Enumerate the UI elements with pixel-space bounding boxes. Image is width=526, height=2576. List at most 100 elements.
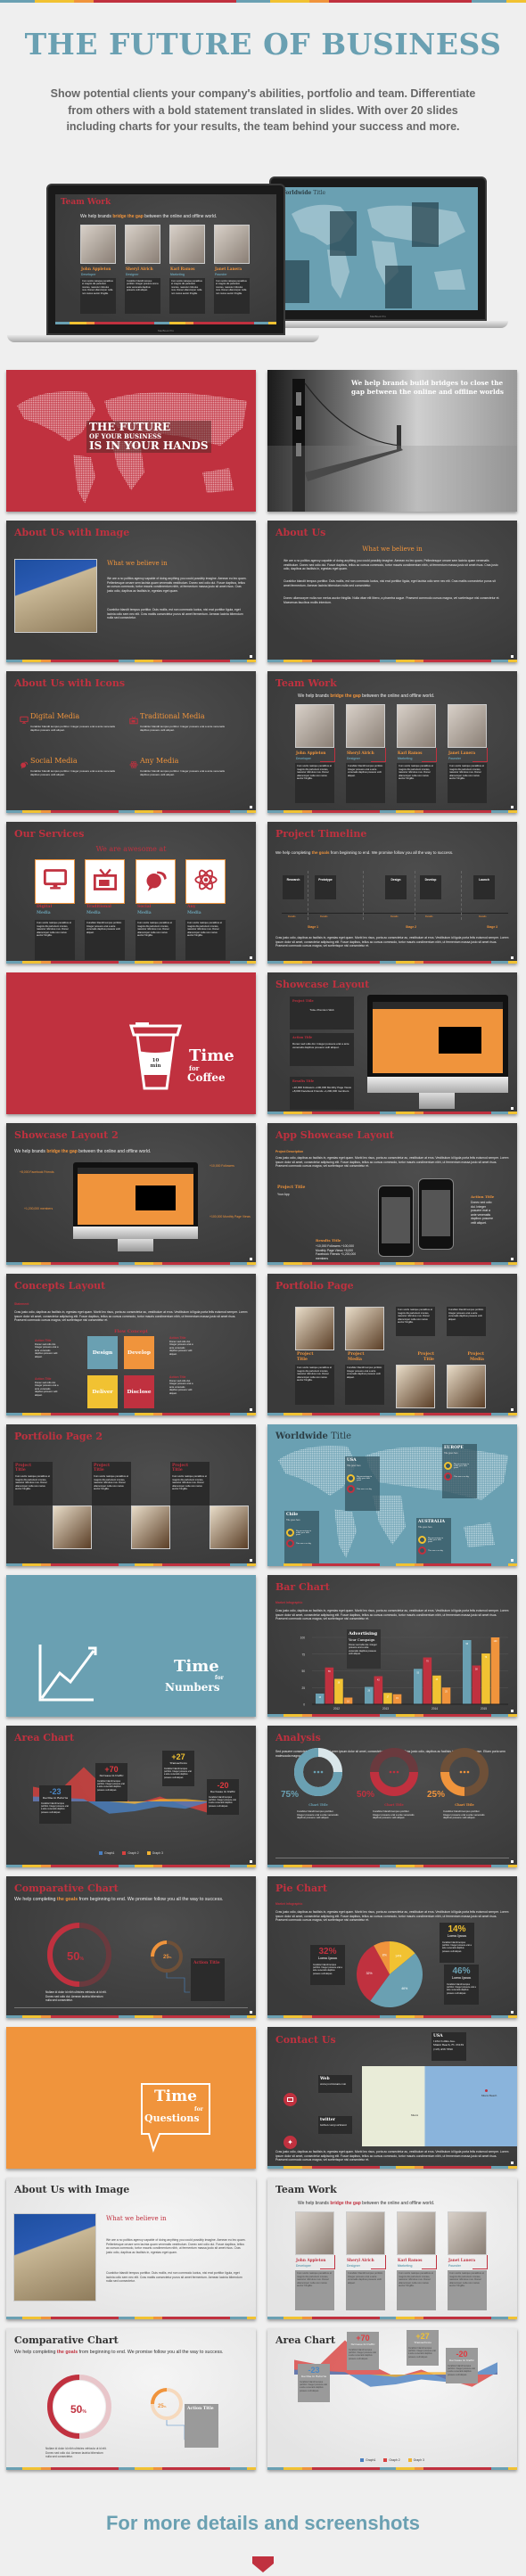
callout-label: Increase in traffic [99, 1774, 124, 1777]
bar [383, 1693, 392, 1704]
slide-bar-chart[interactable]: Bar Chart Market Infographic Cras justo … [267, 1575, 517, 1717]
service-card[interactable] [85, 859, 125, 904]
slide-about-image-light[interactable]: About Us with Image What we believe in W… [6, 2178, 256, 2319]
portfolio-text: Cum sociis natoque penatibus et magnis d… [396, 1307, 435, 1336]
area-legend: Graph1 Graph 2 Graph 3 [6, 1851, 256, 1855]
donut-percent: 75% [281, 1790, 300, 1800]
portfolio-image[interactable] [396, 1365, 435, 1408]
slide-services[interactable]: Our Services We are awesome at Digital Me… [6, 822, 256, 964]
slide-team[interactable]: Team Work We help brands bridge the gap … [267, 671, 517, 813]
slide-team-light[interactable]: Team Work We help brands bridge the gap … [267, 2178, 517, 2319]
slide-bridge[interactable]: We help brands build bridges to close th… [267, 370, 517, 512]
down-arrow-icon[interactable] [252, 2556, 274, 2564]
concept-tile[interactable]: Design [87, 1336, 118, 1369]
donut-dot [392, 1770, 396, 1774]
slide-coffee[interactable]: 10 min Time for Coffee [6, 972, 256, 1114]
app-project-text: Your App [277, 1193, 290, 1196]
slide-worldwide[interactable]: Worldwide Title USA Title goes here Big pe… [267, 1424, 517, 1566]
map: Miami Miami Beach [362, 2066, 517, 2146]
slide-cover[interactable]: THE FUTURE OF YOUR BUSINESS IS IN YOUR H… [6, 370, 256, 512]
slide-comparative[interactable]: Comparative Chart We help completing the… [6, 1876, 256, 2018]
showcase-block: Results Title +10,000 Followers +100,000 … [290, 1077, 354, 1110]
concept-tile[interactable]: Develop [124, 1336, 154, 1369]
stat-ring-yellow [418, 1536, 426, 1544]
y-tick-label: 25 [301, 1686, 305, 1690]
portfolio-image[interactable] [447, 1365, 486, 1408]
connector-line [473, 2255, 488, 2269]
stat-ring-yellow [286, 1529, 294, 1537]
portfolio-card: Project Title Cum sociis natoque penatibus… [170, 1462, 210, 1505]
concept-tile[interactable]: Deliver [87, 1375, 118, 1408]
portfolio-caption: Project Title [297, 1352, 314, 1362]
bar-callout: Advertising Your Campaign Donec sed odio… [347, 1629, 381, 1669]
timeline-step[interactable]: Prototype [315, 875, 336, 899]
region-box[interactable]: USA Title goes here Big percentage to make… [345, 1456, 380, 1511]
portfolio-image[interactable] [295, 1307, 334, 1350]
laptop-slide-title: Team Work [61, 198, 111, 207]
portfolio-image[interactable] [345, 1307, 384, 1350]
twitter-icon[interactable]: ✦ [284, 2136, 297, 2149]
slide-showcase-2[interactable]: Showcase Layout 2 We help brands bridge … [6, 1123, 256, 1265]
timeline-step[interactable]: Research [283, 875, 304, 899]
team-member-bio: Cum sociis natoque penatibus et magnis d… [295, 763, 334, 803]
down-arrow-icon-tip[interactable] [252, 2564, 274, 2572]
region-box[interactable]: EUROPE Title goes here Big percentage to m… [442, 1444, 477, 1498]
timeline-step[interactable]: Design [385, 875, 407, 899]
portfolio-image[interactable] [131, 1505, 170, 1549]
slide-numbers[interactable]: Time for Numbers [6, 1575, 256, 1717]
callout-text: Curabitur blandit tempus porttitor. Inte… [41, 1802, 69, 1814]
slide-pie-chart[interactable]: Pie Chart Market Infographic Cras justo … [267, 1876, 517, 2018]
web-icon[interactable] [284, 2093, 297, 2106]
slide-timeline[interactable]: Project Timeline We help completing the … [267, 822, 517, 964]
speech-bubble-icon [141, 2083, 210, 2154]
team-member-name: Karl Ramos [170, 267, 195, 271]
pie-slice-label: 8% [382, 1953, 387, 1957]
portfolio-image[interactable] [210, 1505, 249, 1549]
about-icon-label: Any Media [140, 757, 179, 765]
service-card[interactable] [136, 859, 176, 904]
service-card[interactable] [35, 859, 75, 904]
timeline-step[interactable]: Develop [420, 875, 441, 899]
slide-portfolio-2[interactable]: Portfolio Page 2 Project Title Cum sociis … [6, 1424, 256, 1566]
more-details-link[interactable]: For more details and screenshots [0, 2512, 526, 2535]
about-paragraph-2: Curabitur blandit tempus porttitor. Duis… [106, 2271, 242, 2284]
area-legend: Graph1 Graph 2 Graph 3 [267, 2458, 517, 2462]
app-action-title: Action Title [471, 1194, 495, 1199]
region-box[interactable]: AUSTRALIA Title goes here Big percentage t… [416, 1518, 451, 1566]
slide-questions[interactable]: Time for Questions [6, 2027, 256, 2169]
slide-area-chart-light[interactable]: Area Chart +70 Increase in traffic Curabit… [267, 2328, 517, 2470]
slide-showcase[interactable]: Showcase Layout Project Title Tuts+ Premi… [267, 972, 517, 1114]
concept-tile[interactable]: Disclose [124, 1375, 154, 1408]
y-tick-label: 0 [303, 1703, 305, 1707]
team-tagline: We help brands bridge the gap between th… [298, 2201, 435, 2206]
area-callout: -23 Decline in Returns Curabitur blandit t… [298, 2364, 330, 2402]
about-paragraph-1: We are a no politics agency capable of d… [107, 577, 247, 593]
slide-title: Our Services [14, 828, 85, 840]
pie-callout-text: Curabitur blandit tempus porttitor. Inte… [447, 1983, 476, 1995]
twitter-box: twitter twitter.com/yourbrand [318, 2116, 352, 2134]
slide-about-icons[interactable]: About Us with Icons Digital Media Curabit… [6, 671, 256, 813]
slide-contact[interactable]: Contact Us USA 1234 Collins Ave. Miami B… [267, 2027, 517, 2169]
slide-about[interactable]: About Us What we believe in We are a no … [267, 521, 517, 662]
slide-about-image[interactable]: About Us with Image What we believe in W… [6, 521, 256, 662]
slide-comparative-light[interactable]: Comparative Chart We help completing the… [6, 2328, 256, 2470]
portfolio-image[interactable] [53, 1505, 92, 1549]
slide-analysis[interactable]: Analysis Sed posuere consectetur est at … [267, 1726, 517, 1867]
legend-item: Graph1 [99, 1851, 114, 1855]
pie-callout-text: Curabitur blandit tempus porttitor. Inte… [313, 1964, 342, 1975]
color-stripe [6, 1865, 256, 1867]
timeline-detail: Details [320, 915, 328, 918]
slide-title: About Us with Icons [14, 677, 126, 689]
legend-label: Graph 2 [127, 1851, 139, 1855]
connector-line [371, 748, 386, 762]
donut-dot [313, 1770, 316, 1774]
slide-portfolio[interactable]: Portfolio Page Cum sociis natoque penati… [267, 1274, 517, 1415]
legend-label: Graph 3 [413, 2458, 424, 2462]
region-box[interactable]: Chile Title goes here Big percentage to ma… [284, 1511, 319, 1564]
slide-app-showcase[interactable]: App Showcase Layout Project Description … [267, 1123, 517, 1265]
timeline-step[interactable]: Launch [473, 875, 495, 899]
showcase-block-title: Action Title [292, 1036, 313, 1039]
slide-area-chart[interactable]: Area Chart +70 Increase in traffic Curabit… [6, 1726, 256, 1867]
service-card[interactable] [185, 859, 226, 904]
slide-concepts[interactable]: Concepts Layout Statement Cras justo odi… [6, 1274, 256, 1415]
